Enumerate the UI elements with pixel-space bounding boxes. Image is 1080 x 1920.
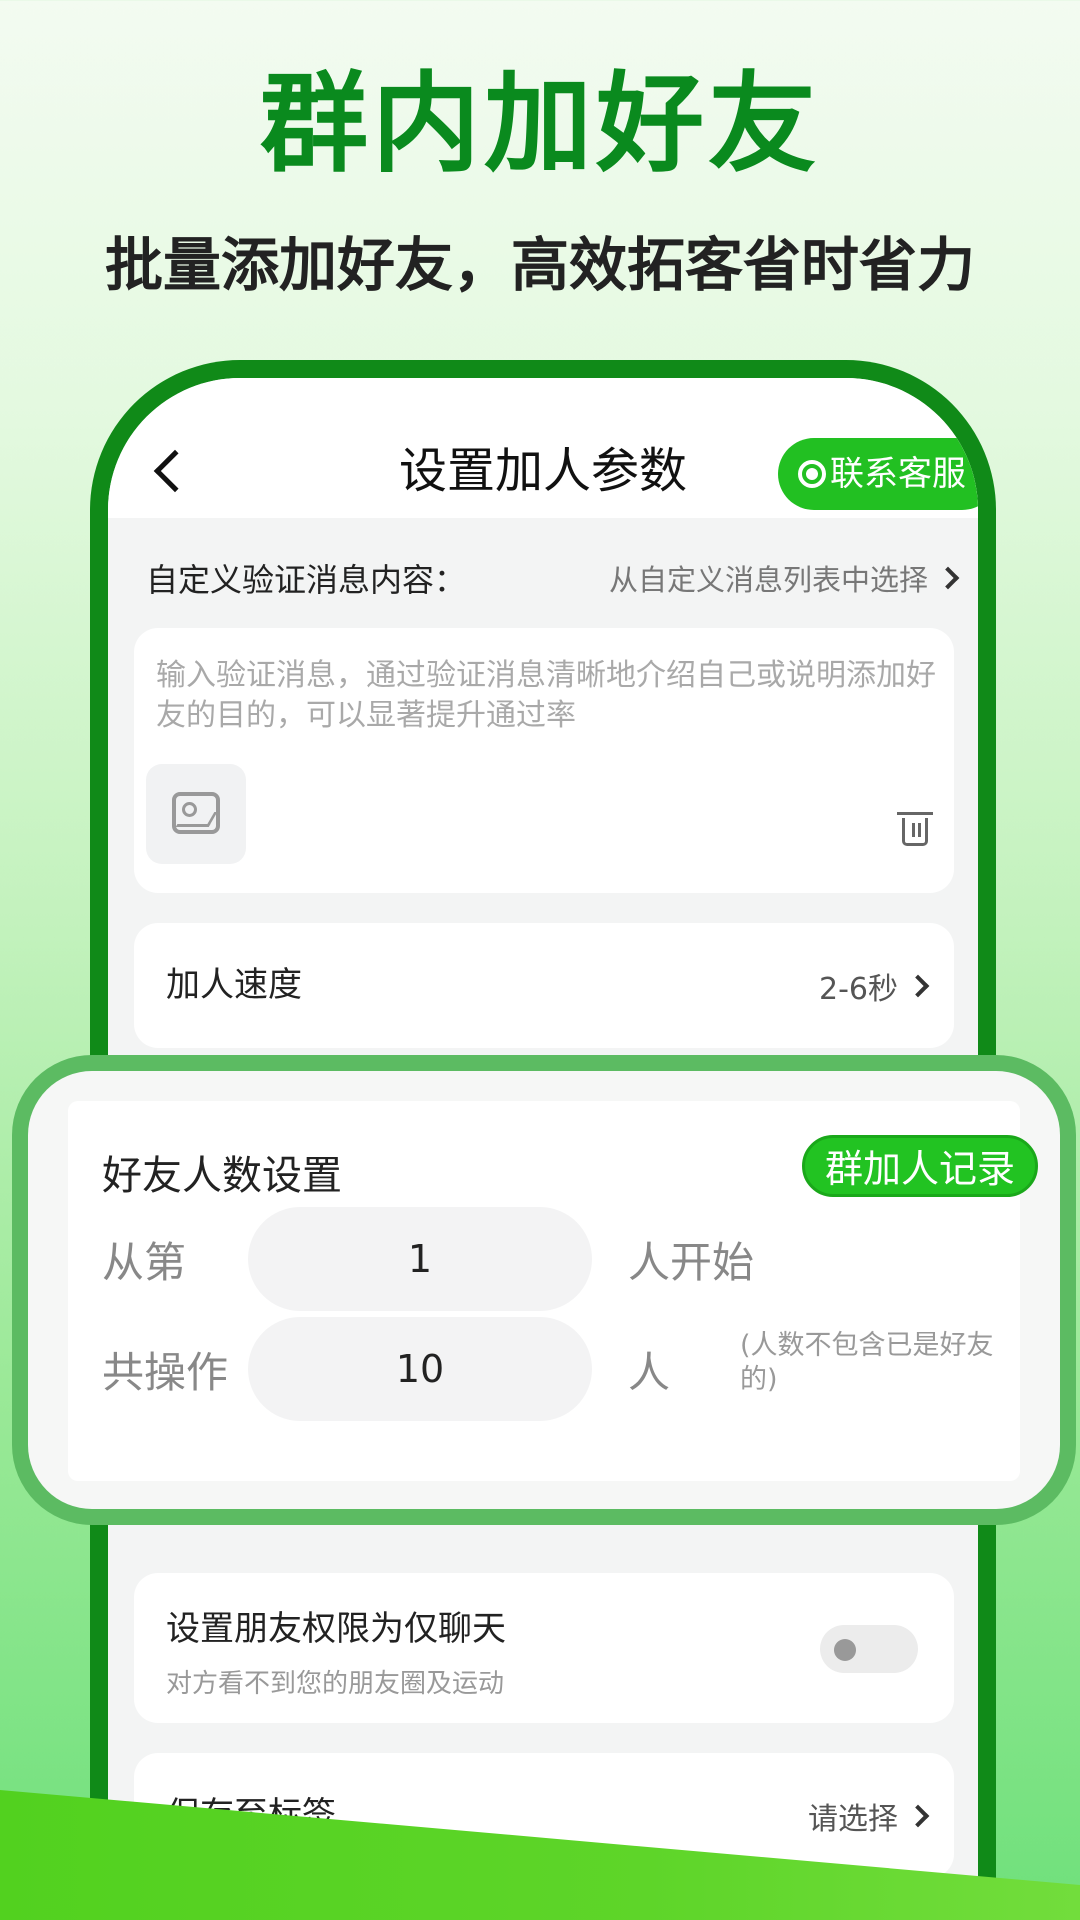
permission-title: 设置朋友权限为仅聊天 (166, 1609, 506, 1649)
contact-support-button[interactable]: 联系客服 (778, 438, 978, 510)
group-add-record-button[interactable]: 群加人记录 (802, 1135, 1038, 1197)
trash-icon[interactable] (897, 812, 933, 846)
friend-count-panel: 好友人数设置 群加人记录 从第 1 人开始 共操作 10 人 (人数不包含已是好… (68, 1101, 1038, 1481)
choose-from-list-link[interactable]: 从自定义消息列表中选择 (608, 557, 960, 599)
save-to-label-value-text: 请选择 (808, 1801, 898, 1837)
verify-message-row: 自定义验证消息内容： 从自定义消息列表中选择 (146, 548, 960, 608)
chat-only-toggle[interactable] (820, 1625, 918, 1673)
choose-from-list-label: 从自定义消息列表中选择 (608, 563, 928, 597)
start-suffix-label: 人开始 (628, 1238, 755, 1287)
add-speed-row[interactable]: 加人速度 2-6秒 (134, 923, 954, 1048)
count-note: (人数不包含已是好友的) (740, 1330, 994, 1395)
chevron-right-icon (906, 974, 930, 997)
verify-message-label: 自定义验证消息内容： (146, 561, 467, 599)
add-image-button[interactable] (146, 764, 246, 864)
chevron-right-icon (936, 566, 960, 590)
add-speed-value: 2-6秒 (819, 923, 930, 1048)
image-icon (172, 792, 220, 834)
add-speed-label: 加人速度 (166, 965, 302, 1005)
verify-message-card: 输入验证消息，通过验证消息清晰地介绍自己或说明添加好友的目的，可以显著提升通过率 (134, 628, 954, 893)
verify-message-input[interactable]: 输入验证消息，通过验证消息清晰地介绍自己或说明添加好友的目的，可以显著提升通过率 (156, 656, 936, 736)
friend-count-title: 好友人数设置 (102, 1153, 342, 1199)
permission-subtitle: 对方看不到您的朋友圈及运动 (166, 1669, 505, 1699)
total-suffix-label: 人 (628, 1348, 671, 1397)
nav-bar: 设置加人参数 联系客服 (108, 378, 978, 518)
chat-only-permission-row: 设置朋友权限为仅聊天 对方看不到您的朋友圈及运动 (134, 1573, 954, 1723)
subheadline: 批量添加好友，高效拓客省时省力 (104, 231, 975, 299)
friend-count-card: 好友人数设置 群加人记录 从第 1 人开始 共操作 10 人 (人数不包含已是好… (28, 1071, 1060, 1509)
start-index-input[interactable]: 1 (248, 1207, 592, 1311)
headset-icon (798, 460, 826, 488)
chevron-right-icon (906, 1804, 930, 1827)
headline: 群内加好友 (259, 62, 820, 187)
save-to-label-value: 请选择 (808, 1753, 930, 1878)
friend-count-highlight: 好友人数设置 群加人记录 从第 1 人开始 共操作 10 人 (人数不包含已是好… (12, 1055, 1076, 1525)
toggle-knob (834, 1639, 856, 1661)
contact-support-label: 联系客服 (830, 454, 966, 494)
total-count-input[interactable]: 10 (248, 1317, 592, 1421)
start-from-label: 从第 (102, 1238, 187, 1287)
add-speed-value-text: 2-6秒 (819, 971, 898, 1007)
total-operate-label: 共操作 (102, 1348, 229, 1397)
